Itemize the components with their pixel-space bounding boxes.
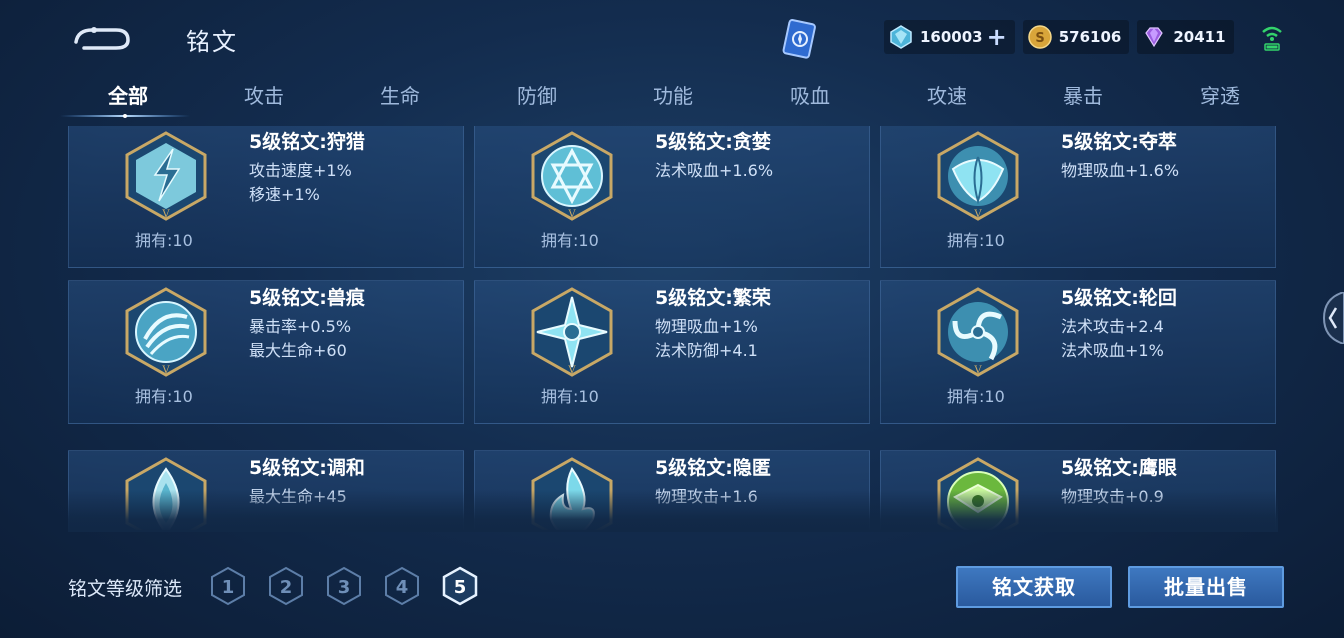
svg-text:5: 5 <box>454 577 467 598</box>
level-filter-label: 铭文等级筛选 <box>68 578 183 600</box>
svg-text:S: S <box>1035 31 1044 46</box>
active-tab-indicator <box>60 114 190 118</box>
inscription-stat: 物理吸血+1% <box>655 317 758 336</box>
inscription-name: 5级铭文:调和 <box>249 457 365 479</box>
inscription-stat: 暴击率+0.5% <box>249 317 352 336</box>
owned-count: 拥有:10 <box>135 387 193 406</box>
star-emblem-icon: V <box>531 131 613 221</box>
cross-emblem-icon: V <box>531 287 613 377</box>
inscription-stat: 物理吸血+1.6% <box>1061 161 1180 180</box>
level-filter-2[interactable]: 2 <box>266 566 306 606</box>
inscription-name: 5级铭文:繁荣 <box>655 287 771 309</box>
inscription-card[interactable]: V 5级铭文:轮回 法术攻击+2.4 法术吸血+1% 拥有:10 <box>880 280 1276 424</box>
level-filter-1[interactable]: 1 <box>208 566 248 606</box>
inscription-stat: 法术防御+4.1 <box>655 341 758 360</box>
inscription-card[interactable]: V 5级铭文:兽痕 暴击率+0.5% 最大生命+60 拥有:10 <box>68 280 464 424</box>
inscription-stat: 攻击速度+1% <box>249 161 352 180</box>
tab-lifesteal[interactable]: 吸血 <box>742 80 878 109</box>
inscription-name: 5级铭文:隐匿 <box>655 457 771 479</box>
category-tabs: 全部 攻击 生命 防御 功能 吸血 攻速 暴击 穿透 <box>60 78 1290 118</box>
tab-crit[interactable]: 暴击 <box>1015 80 1151 109</box>
tab-defense[interactable]: 防御 <box>469 80 605 109</box>
svg-text:2: 2 <box>280 577 293 598</box>
inscription-name: 5级铭文:轮回 <box>1061 287 1177 309</box>
swirl-emblem-icon: V <box>937 287 1019 377</box>
inscription-grid: V 5级铭文:狩猎 攻击速度+1% 移速+1% 拥有:10 V 5级铭文:贪婪 … <box>68 126 1278 530</box>
network-signal-icon <box>1260 24 1284 52</box>
svg-text:V: V <box>161 209 170 220</box>
tab-all[interactable]: 全部 <box>60 80 196 109</box>
inscription-stat: 法术吸血+1.6% <box>655 161 774 180</box>
inscription-card[interactable]: V 5级铭文:贪婪 法术吸血+1.6% 拥有:10 <box>474 126 870 268</box>
tab-penetration[interactable]: 穿透 <box>1152 80 1288 109</box>
tab-attack[interactable]: 攻击 <box>196 80 332 109</box>
gold-coin-icon: S <box>1027 25 1052 49</box>
inscription-card[interactable]: V 5级铭文:繁荣 物理吸血+1% 法术防御+4.1 拥有:10 <box>474 280 870 424</box>
lightning-emblem-icon: V <box>125 131 207 221</box>
owned-count: 拥有:10 <box>135 231 193 250</box>
knot-emblem-icon: V <box>937 131 1019 221</box>
list-fade-overlay <box>68 490 1278 532</box>
inscription-card[interactable]: V 5级铭文:夺萃 物理吸血+1.6% 拥有:10 <box>880 126 1276 268</box>
inscription-stat: 移速+1% <box>249 185 320 204</box>
crystal-count: 160003 <box>920 28 983 46</box>
svg-text:V: V <box>161 365 170 376</box>
level-filter-3[interactable]: 3 <box>324 566 364 606</box>
inscription-stat: 最大生命+60 <box>249 341 347 360</box>
back-arrow-icon <box>74 27 130 50</box>
owned-count: 拥有:10 <box>947 231 1005 250</box>
crystal-resource: 160003 + <box>884 20 1015 54</box>
inscription-name: 5级铭文:贪婪 <box>655 131 771 153</box>
level-filter-4[interactable]: 4 <box>382 566 422 606</box>
diamond-resource: 20411 <box>1137 20 1234 54</box>
tab-health[interactable]: 生命 <box>332 80 468 109</box>
claw-emblem-icon: V <box>125 287 207 377</box>
diamond-icon <box>1145 27 1164 48</box>
gold-count: 576106 <box>1058 28 1122 46</box>
inscription-stat: 法术攻击+2.4 <box>1061 317 1164 336</box>
inscription-book-icon[interactable] <box>778 18 822 62</box>
inscription-name: 5级铭文:狩猎 <box>249 131 365 153</box>
side-panel-handle[interactable] <box>1322 292 1344 344</box>
crystal-icon <box>890 25 912 49</box>
owned-count: 拥有:10 <box>541 387 599 406</box>
bulk-sell-button[interactable]: 批量出售 <box>1128 566 1284 608</box>
tab-function[interactable]: 功能 <box>605 80 741 109</box>
owned-count: 拥有:10 <box>541 231 599 250</box>
svg-text:V: V <box>973 209 982 220</box>
svg-text:V: V <box>973 365 982 376</box>
level-filter-5[interactable]: 5 <box>440 566 480 606</box>
svg-text:V: V <box>567 209 576 220</box>
svg-text:4: 4 <box>396 577 409 598</box>
svg-text:V: V <box>567 365 576 376</box>
inscription-stat: 法术吸血+1% <box>1061 341 1164 360</box>
gold-resource: S 576106 <box>1022 20 1130 54</box>
inscription-name: 5级铭文:鹰眼 <box>1061 457 1177 479</box>
back-button[interactable] <box>72 22 132 52</box>
tab-attack-speed[interactable]: 攻速 <box>879 80 1015 109</box>
page-title: 铭文 <box>186 28 238 56</box>
inscription-name: 5级铭文:夺萃 <box>1061 131 1177 153</box>
inscription-name: 5级铭文:兽痕 <box>249 287 365 309</box>
diamond-count: 20411 <box>1173 28 1226 46</box>
obtain-inscription-button[interactable]: 铭文获取 <box>956 566 1112 608</box>
inscription-card[interactable]: V 5级铭文:狩猎 攻击速度+1% 移速+1% 拥有:10 <box>68 126 464 268</box>
add-crystal-button[interactable]: + <box>987 25 1007 49</box>
svg-text:3: 3 <box>338 577 351 598</box>
svg-text:1: 1 <box>222 577 235 598</box>
owned-count: 拥有:10 <box>947 387 1005 406</box>
resource-bar: 160003 + S 576106 20411 <box>884 20 1234 54</box>
